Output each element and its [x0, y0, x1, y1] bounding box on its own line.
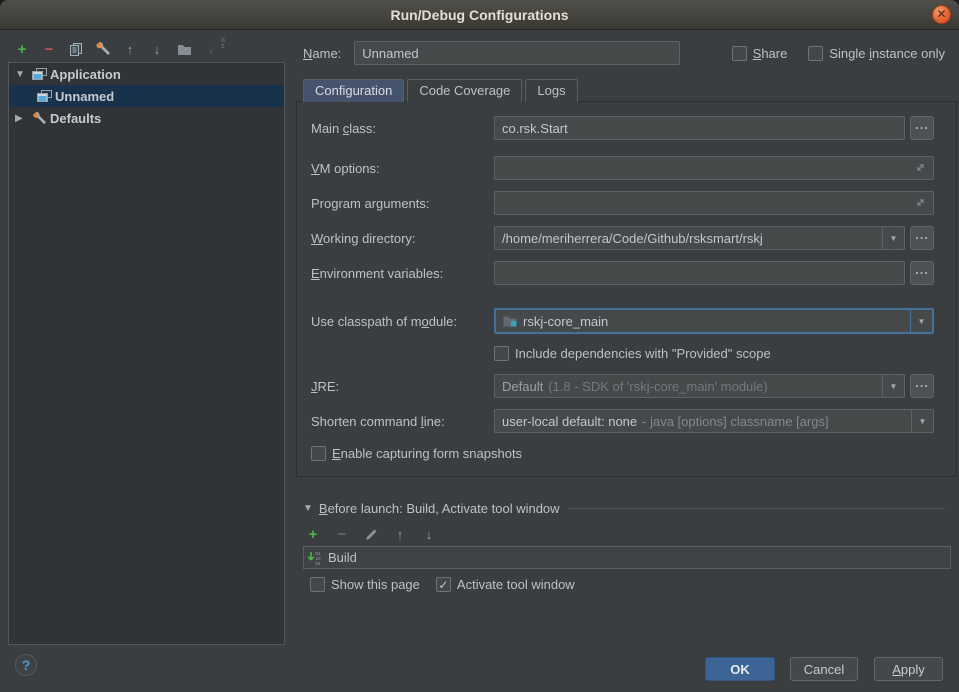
vm-options-input[interactable]: [494, 156, 934, 180]
help-button[interactable]: ?: [15, 654, 37, 676]
browse-environment-variables-button[interactable]: [910, 261, 934, 285]
tree-item-unnamed[interactable]: Unnamed: [9, 85, 284, 107]
checkbox-box[interactable]: [808, 46, 823, 61]
move-down-icon[interactable]: ↓: [421, 526, 437, 542]
folder-icon[interactable]: [176, 41, 192, 57]
window-title: Run/Debug Configurations: [390, 7, 568, 23]
cancel-button[interactable]: Cancel: [790, 657, 858, 681]
before-launch-options: Show this page Activate tool window: [310, 577, 575, 592]
activate-tool-window-checkbox[interactable]: Activate tool window: [436, 577, 575, 592]
ok-button[interactable]: OK: [705, 657, 775, 681]
name-label: Name:: [303, 46, 341, 61]
show-this-page-checkbox[interactable]: Show this page: [310, 577, 420, 592]
tab-code-coverage[interactable]: Code Coverage: [407, 79, 522, 102]
tree-item-label: Application: [50, 67, 121, 82]
chevron-down-icon[interactable]: ▼: [882, 375, 904, 397]
browse-working-directory-button[interactable]: [910, 226, 934, 250]
remove-icon[interactable]: −: [41, 41, 57, 57]
before-launch-toolbar: + − ↑ ↓: [305, 526, 437, 542]
tree-item-label: Unnamed: [55, 89, 114, 104]
copy-icon[interactable]: [68, 41, 84, 57]
tab-bar: Configuration Code Coverage Logs: [303, 79, 581, 102]
before-launch-title: Before launch: Build, Activate tool wind…: [319, 501, 560, 516]
chevron-down-icon[interactable]: ▼: [882, 227, 904, 249]
expand-icon[interactable]: [915, 196, 926, 211]
application-icon: [37, 90, 55, 103]
tree-item-defaults[interactable]: ▶ Defaults: [9, 107, 284, 129]
expand-icon[interactable]: [915, 161, 926, 176]
move-up-icon[interactable]: ↑: [122, 41, 138, 57]
before-launch-item[interactable]: Build: [328, 550, 357, 565]
chevron-down-icon[interactable]: ▼: [15, 69, 32, 80]
jre-label: JRE:: [311, 379, 494, 394]
checkbox-box[interactable]: [732, 46, 747, 61]
environment-variables-input[interactable]: [494, 261, 905, 285]
remove-icon[interactable]: −: [334, 526, 350, 542]
use-classpath-combo[interactable]: rskj-core_main ▼: [494, 308, 934, 334]
name-input[interactable]: Unnamed: [354, 41, 680, 65]
browse-main-class-button[interactable]: [910, 116, 934, 140]
add-icon[interactable]: +: [305, 526, 321, 542]
checkbox-box[interactable]: [436, 577, 451, 592]
jre-combo[interactable]: Default (1.8 - SDK of 'rskj-core_main' m…: [494, 374, 905, 398]
edit-icon[interactable]: [363, 526, 379, 542]
configurations-tree: ▼ Application Unnamed ▶ Defaults: [8, 62, 285, 645]
before-launch-header[interactable]: ▼ Before launch: Build, Activate tool wi…: [303, 501, 945, 516]
divider: [569, 508, 945, 509]
use-classpath-label: Use classpath of module:: [311, 314, 494, 329]
chevron-down-icon[interactable]: ▼: [911, 410, 933, 432]
title-bar[interactable]: Run/Debug Configurations ✕: [0, 0, 959, 30]
share-checkbox[interactable]: Share: [732, 46, 788, 61]
main-class-input[interactable]: co.rsk.Start: [494, 116, 905, 140]
before-launch-list: 01 10 01 Build: [303, 546, 951, 569]
move-down-icon[interactable]: ↓: [149, 41, 165, 57]
environment-variables-label: Environment variables:: [311, 266, 494, 281]
configurations-toolbar: + − ↑ ↓ ↓az: [14, 40, 219, 58]
add-icon[interactable]: +: [14, 41, 30, 57]
working-directory-combo[interactable]: /home/meriherrera/Code/Github/rsksmart/r…: [494, 226, 905, 250]
tab-configuration[interactable]: Configuration: [303, 79, 404, 102]
single-instance-checkbox[interactable]: Single instance only: [808, 46, 945, 61]
share-label: Share: [753, 46, 788, 61]
apply-button[interactable]: Apply: [874, 657, 943, 681]
shorten-command-line-label: Shorten command line:: [311, 414, 494, 429]
working-directory-label: Working directory:: [311, 231, 494, 246]
checkbox-box[interactable]: [494, 346, 509, 361]
checkbox-box[interactable]: [311, 446, 326, 461]
program-arguments-input[interactable]: [494, 191, 934, 215]
vm-options-label: VM options:: [311, 161, 494, 176]
move-up-icon[interactable]: ↑: [392, 526, 408, 542]
shorten-command-line-combo[interactable]: user-local default: none - java [options…: [494, 409, 934, 433]
name-row: Name: Unnamed Share Single instance only: [303, 41, 945, 65]
module-icon: [503, 315, 517, 327]
chevron-down-icon[interactable]: ▼: [303, 503, 313, 514]
edit-defaults-icon[interactable]: [95, 41, 111, 57]
include-dependencies-checkbox[interactable]: Include dependencies with "Provided" sco…: [494, 346, 771, 361]
svg-text:01: 01: [316, 561, 322, 566]
configuration-tab-panel: Main class: co.rsk.Start VM options:: [296, 101, 957, 477]
program-arguments-label: Program arguments:: [311, 196, 494, 211]
chevron-right-icon[interactable]: ▶: [15, 113, 32, 124]
single-instance-label: Single instance only: [829, 46, 945, 61]
chevron-down-icon[interactable]: ▼: [910, 310, 932, 332]
run-debug-configurations-dialog: Run/Debug Configurations ✕ + − ↑ ↓ ↓az ▼…: [0, 0, 959, 692]
tree-item-label: Defaults: [50, 111, 101, 126]
close-icon[interactable]: ✕: [932, 5, 951, 24]
sort-icon[interactable]: ↓az: [203, 41, 219, 57]
checkbox-box[interactable]: [310, 577, 325, 592]
tree-item-application[interactable]: ▼ Application: [9, 63, 284, 85]
defaults-wrench-icon: [32, 111, 50, 126]
tab-logs[interactable]: Logs: [525, 79, 577, 102]
browse-jre-button[interactable]: [910, 374, 934, 398]
build-icon: 01 10 01: [307, 550, 323, 566]
capture-snapshots-checkbox[interactable]: Enable capturing form snapshots: [311, 446, 522, 461]
main-class-label: Main class:: [311, 121, 494, 136]
application-icon: [32, 68, 50, 81]
